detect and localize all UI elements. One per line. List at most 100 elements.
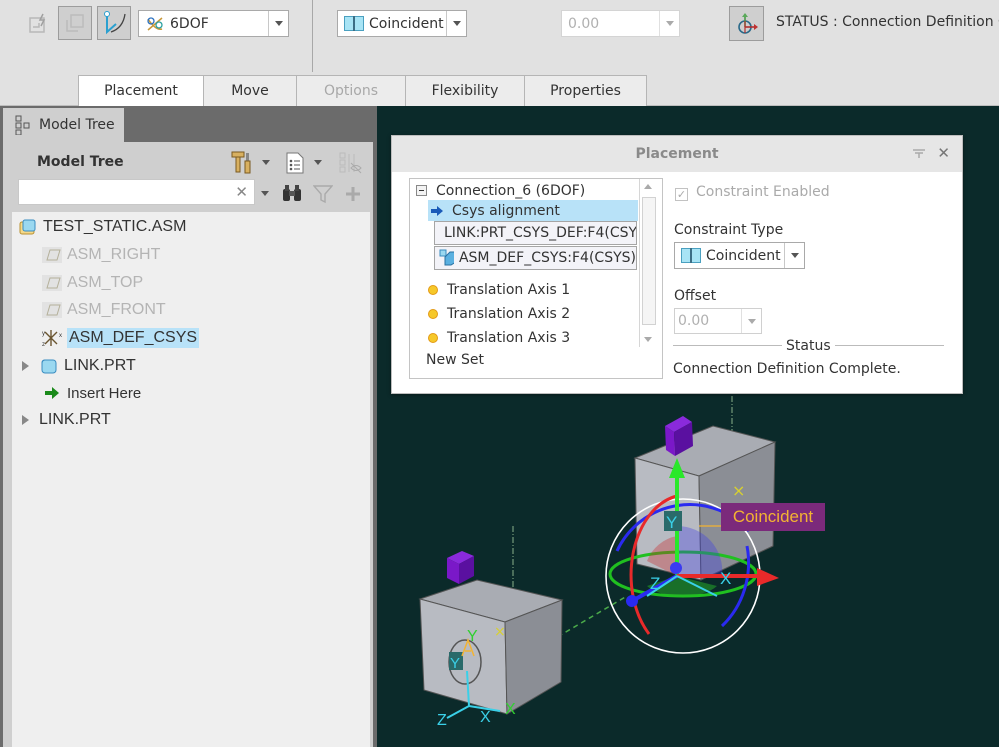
close-icon[interactable]: ✕ xyxy=(937,144,950,162)
tree-item-label: ASM_TOP xyxy=(67,274,144,291)
expand-icon[interactable] xyxy=(22,361,29,371)
constraint-type-value: Coincident xyxy=(369,15,444,32)
tree-item-asm-def-csys[interactable]: x yz ASM_DEF_CSYS xyxy=(42,326,200,350)
tree-item-label: LINK.PRT xyxy=(39,411,111,428)
constraint-enabled-label: Constraint Enabled xyxy=(696,184,830,200)
dialog-constraint-type-value: Coincident xyxy=(706,247,781,264)
tree-item-asm-front[interactable]: ASM_FRONT xyxy=(42,298,166,322)
3d-dragger-icon xyxy=(737,12,758,34)
regenerate-icon xyxy=(29,13,46,33)
find-button[interactable] xyxy=(280,182,304,204)
settings-button[interactable] xyxy=(230,149,254,175)
dialog-offset-combo[interactable]: 0.00 xyxy=(674,308,762,334)
axis-label: Translation Axis 1 xyxy=(447,281,571,298)
tree-item-link-prt-2[interactable]: LINK.PRT xyxy=(22,408,111,432)
scroll-up-icon[interactable] xyxy=(644,184,652,189)
reference-1[interactable]: LINK:PRT_CSYS_DEF:F4(CSYS) xyxy=(434,221,637,245)
ribbon: 6DOF Coincident 0.00 STATUS : Connection… xyxy=(0,0,999,106)
regenerate-button[interactable] xyxy=(22,7,56,41)
tools-icon xyxy=(231,151,251,174)
model-tree-search-input[interactable]: ✕ xyxy=(18,179,255,205)
dialog-constraint-type-arrow[interactable] xyxy=(784,243,804,268)
constraint-csys-alignment[interactable]: Csys alignment xyxy=(428,200,638,221)
constraint-type-select[interactable]: Coincident xyxy=(337,10,467,37)
tree-item-insert-here[interactable]: Insert Here xyxy=(42,381,141,405)
motion-arc-button[interactable] xyxy=(97,6,131,40)
list-icon xyxy=(286,152,304,174)
tree-item-label: LINK.PRT xyxy=(64,357,136,374)
ribbon-tabs: Placement Move Options Flexibility Prope… xyxy=(78,75,647,106)
constraint-enabled-checkbox[interactable]: ✓ Constraint Enabled xyxy=(675,184,830,201)
translation-axis-1[interactable]: Translation Axis 1 xyxy=(428,279,570,300)
constraint-set-list: Connection_6 (6DOF) Csys alignment LINK:… xyxy=(409,178,663,379)
6dof-icon xyxy=(147,16,163,31)
tree-item-label: ASM_RIGHT xyxy=(67,246,161,263)
tab-placement[interactable]: Placement xyxy=(78,75,204,106)
offset-combo[interactable]: 0.00 xyxy=(561,10,680,37)
tab-options[interactable]: Options xyxy=(296,75,406,106)
assembly-icon xyxy=(18,218,38,236)
status-text: STATUS : Connection Definition Co xyxy=(776,14,999,30)
separate-window-button[interactable] xyxy=(58,6,92,40)
motion-arc-icon xyxy=(104,11,126,35)
tree-item-asm-top[interactable]: ASM_TOP xyxy=(42,271,143,295)
filter-button[interactable] xyxy=(312,183,334,205)
connection-node[interactable]: Connection_6 (6DOF) xyxy=(416,180,585,201)
tab-properties[interactable]: Properties xyxy=(524,75,647,106)
constraint-type-dropdown-arrow[interactable] xyxy=(446,11,466,36)
scroll-thumb[interactable] xyxy=(642,197,656,325)
settings-dropdown[interactable] xyxy=(260,156,272,168)
insert-arrow-icon xyxy=(42,384,62,402)
status-message: Connection Definition Complete. xyxy=(673,361,901,377)
offset-value: 0.00 xyxy=(568,15,600,32)
model-tree-header: Model Tree xyxy=(37,154,124,170)
status-dot-icon xyxy=(428,284,438,295)
placement-dialog: Placement ✕ Connection_6 (6DOF) Csys ali… xyxy=(391,135,963,394)
expand-icon[interactable] xyxy=(22,415,29,425)
tree-item-link-prt-1[interactable]: LINK.PRT xyxy=(22,354,136,378)
tree-item-label: ASM_FRONT xyxy=(67,301,166,318)
svg-text:×: × xyxy=(732,481,745,500)
svg-text:y: y xyxy=(42,331,45,337)
placement-dialog-titlebar[interactable]: Placement ✕ xyxy=(392,136,962,172)
tab-flexibility[interactable]: Flexibility xyxy=(405,75,525,106)
svg-text:x: x xyxy=(59,333,62,339)
connection-label: Connection_6 (6DOF) xyxy=(436,182,586,199)
translation-axis-2[interactable]: Translation Axis 2 xyxy=(428,303,570,324)
tab-move[interactable]: Move xyxy=(203,75,297,106)
new-set-link[interactable]: New Set xyxy=(426,349,484,370)
constraint-type-label: Constraint Type xyxy=(674,222,784,238)
placement-dialog-title: Placement xyxy=(635,146,719,162)
translation-axis-3[interactable]: Translation Axis 3 xyxy=(428,327,570,348)
show-dropdown[interactable] xyxy=(312,156,324,168)
constraint-arrow-icon xyxy=(431,205,443,216)
csys-icon: x yz xyxy=(42,329,62,347)
dialog-constraint-type-select[interactable]: Coincident xyxy=(674,242,805,269)
connection-type-dropdown-arrow[interactable] xyxy=(268,11,288,36)
coincident-icon xyxy=(344,16,364,31)
dialog-offset-arrow[interactable] xyxy=(741,309,761,333)
checkbox-check-icon: ✓ xyxy=(675,188,688,201)
pin-icon[interactable] xyxy=(912,147,926,159)
offset-label: Offset xyxy=(674,288,717,304)
model-tree-list: TEST_STATIC.ASM ASM_RIGHT ASM_TOP ASM_FR… xyxy=(12,212,370,747)
left-panel: Model Tree Model Tree ✕ TEST_STATIC.ASM … xyxy=(0,106,377,747)
show-button[interactable] xyxy=(284,151,306,175)
coincident-constraint-tag[interactable]: Coincident xyxy=(721,503,825,531)
hide-items-button[interactable] xyxy=(338,151,364,175)
tab-model-tree[interactable]: Model Tree xyxy=(3,108,124,142)
tree-item-test-static-asm[interactable]: TEST_STATIC.ASM xyxy=(18,215,186,239)
offset-dropdown-arrow[interactable] xyxy=(659,11,679,36)
search-dropdown[interactable] xyxy=(259,187,271,199)
set-list-scrollbar[interactable] xyxy=(639,179,657,347)
clear-search-icon[interactable]: ✕ xyxy=(235,183,248,201)
tree-item-asm-right[interactable]: ASM_RIGHT xyxy=(42,243,160,267)
datum-plane-icon xyxy=(42,274,62,292)
dragger-button[interactable] xyxy=(729,6,764,41)
scroll-down-icon[interactable] xyxy=(644,337,652,342)
collapse-icon[interactable] xyxy=(416,184,428,197)
connection-type-select[interactable]: 6DOF xyxy=(138,10,289,37)
add-column-button[interactable] xyxy=(342,183,364,205)
reference-2[interactable]: ASM_DEF_CSYS:F4(CSYS) xyxy=(434,246,637,270)
window-icon xyxy=(66,14,84,32)
